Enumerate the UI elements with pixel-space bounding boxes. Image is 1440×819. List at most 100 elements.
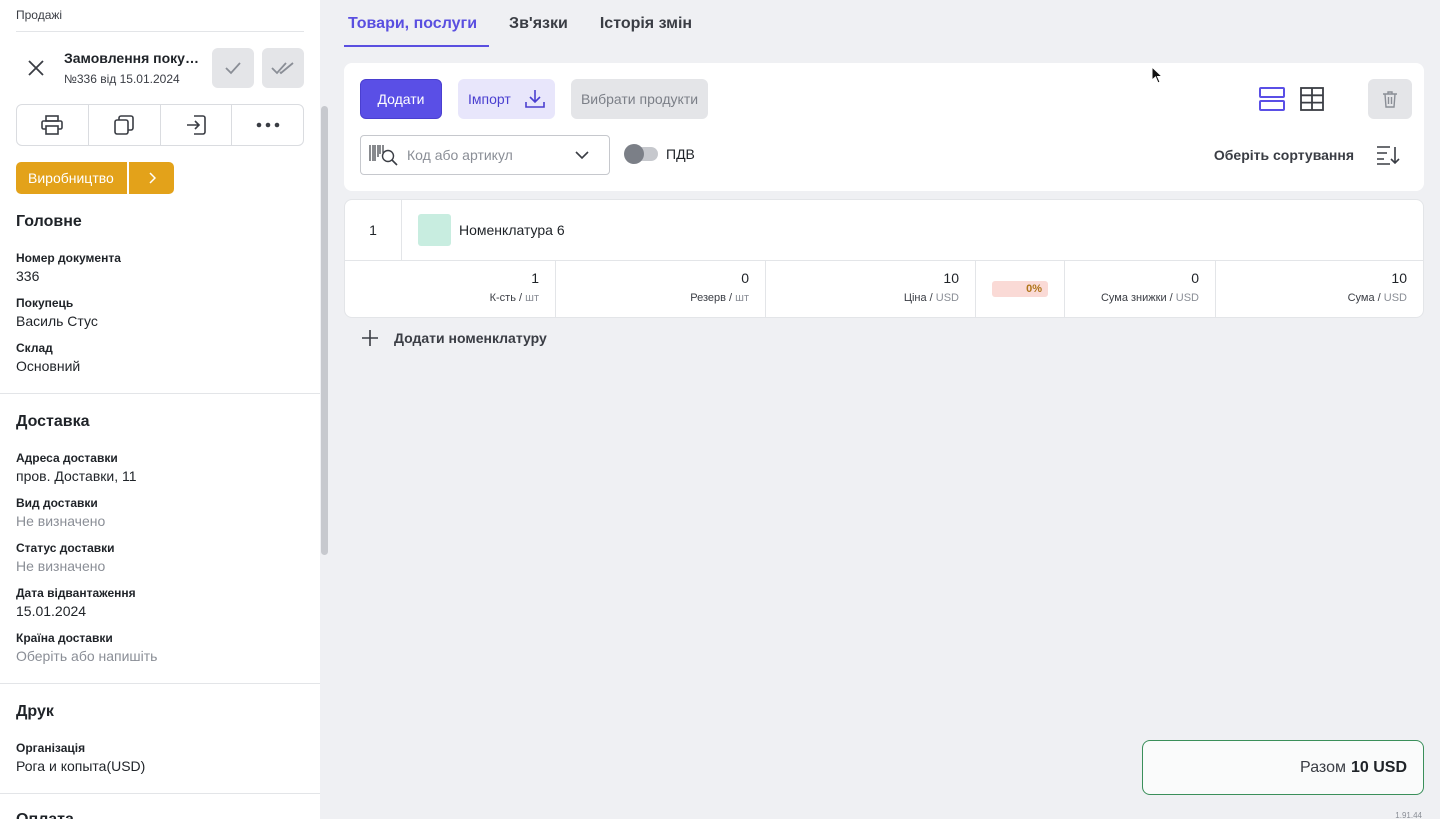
discount-percent-badge: 0% — [992, 281, 1048, 297]
reserve-label-text: Резерв — [690, 292, 726, 304]
field-label-address: Адреса доставки — [16, 451, 118, 465]
sum-value: 10 — [1391, 270, 1407, 286]
plus-icon — [362, 330, 378, 346]
section-title-delivery: Доставка — [16, 413, 90, 430]
sort-select[interactable]: Оберіть сортування — [1214, 147, 1354, 163]
mouse-cursor-icon — [1151, 66, 1163, 84]
order-title: Замовлення покуп... — [64, 50, 204, 66]
sum-label: Сума / USD — [1347, 292, 1407, 304]
more-icon — [256, 122, 279, 128]
item-card: 1 Номенклатура 6 1 К-сть / шт 0 Резерв /… — [344, 199, 1424, 318]
grid-view-icon[interactable] — [1298, 85, 1326, 113]
section-divider — [0, 793, 320, 794]
add-nomenclature-label: Додати номенклатуру — [394, 330, 547, 346]
production-button[interactable]: Виробництво — [16, 162, 127, 194]
section-divider — [0, 393, 320, 394]
more-button[interactable] — [232, 105, 303, 145]
field-value-ship-date[interactable]: 15.01.2024 — [16, 603, 86, 619]
production-button-group: Виробництво — [16, 162, 174, 194]
production-arrow-button[interactable] — [129, 162, 174, 194]
field-label-delivery-status: Статус доставки — [16, 541, 115, 555]
print-button[interactable] — [17, 105, 89, 145]
delete-button[interactable] — [1368, 79, 1412, 119]
quantity-unit: шт — [525, 292, 539, 304]
sort-icon[interactable] — [1376, 145, 1400, 165]
discount-sum-value: 0 — [1191, 270, 1199, 286]
document-toolbar — [16, 104, 304, 146]
approve-button[interactable] — [212, 48, 254, 88]
sidebar-scrollbar-thumb[interactable] — [321, 106, 328, 555]
app-version: 1.91.44 — [1395, 811, 1422, 819]
discount-sum-label: Сума знижки / USD — [1100, 292, 1199, 304]
enter-icon — [186, 115, 206, 135]
vat-toggle[interactable] — [624, 144, 658, 164]
list-view-icon[interactable] — [1258, 85, 1286, 113]
close-button[interactable] — [24, 56, 48, 80]
field-value-country[interactable]: Оберіть або напишіть — [16, 648, 157, 664]
section-title-payment: Оплата — [16, 811, 74, 819]
discount-sum-cell[interactable]: 0 Сума знижки / USD — [1065, 261, 1216, 317]
search-field[interactable] — [360, 135, 610, 175]
products-toolbar-panel: Додати Імпорт Вибрати продукти ПДВ Обері… — [344, 63, 1424, 191]
barcode-search-icon — [369, 145, 398, 166]
sum-cell[interactable]: 10 Сума / USD — [1216, 261, 1423, 317]
discount-sum-label-text: Сума знижки — [1100, 292, 1167, 304]
pick-products-button[interactable]: Вибрати продукти — [571, 79, 708, 119]
add-button[interactable]: Додати — [360, 79, 442, 119]
breadcrumb-divider — [16, 31, 304, 32]
price-cell[interactable]: 10 Ціна / USD — [766, 261, 976, 317]
move-button[interactable] — [161, 105, 233, 145]
field-value-warehouse[interactable]: Основний — [16, 358, 80, 374]
quantity-cell[interactable]: 1 К-сть / шт — [345, 261, 556, 317]
item-values-row: 1 К-сть / шт 0 Резерв / шт 10 Ціна / USD… — [345, 261, 1423, 317]
price-label: Ціна / USD — [903, 292, 959, 304]
discount-sum-unit: USD — [1175, 292, 1199, 304]
trash-icon — [1383, 91, 1397, 108]
order-subtitle: №336 від 15.01.2024 — [64, 72, 180, 86]
tab-bar: Товари, послуги Зв'язки Історія змін — [336, 0, 712, 47]
field-value-delivery-status[interactable]: Не визначено — [16, 558, 105, 574]
breadcrumb[interactable]: Продажі — [16, 8, 62, 22]
download-icon — [524, 90, 545, 108]
field-label-buyer: Покупець — [16, 296, 74, 310]
total-label: Разом — [1300, 758, 1346, 776]
price-label-text: Ціна — [903, 292, 927, 304]
section-divider — [0, 683, 320, 684]
item-thumbnail — [418, 214, 451, 246]
total-value: 10 USD — [1350, 758, 1407, 776]
field-label-organization: Організація — [16, 741, 86, 755]
double-check-icon — [271, 62, 294, 75]
import-label: Імпорт — [468, 91, 511, 107]
search-input[interactable] — [407, 147, 567, 163]
section-title-print: Друк — [16, 703, 54, 720]
field-label-delivery-type: Вид доставки — [16, 496, 98, 510]
vat-toggle-knob — [624, 144, 644, 164]
add-nomenclature-button[interactable]: Додати номенклатуру — [360, 327, 547, 349]
field-value-buyer[interactable]: Василь Стус — [16, 313, 98, 329]
close-icon — [28, 60, 44, 76]
sum-unit: USD — [1383, 292, 1407, 304]
field-value-delivery-type[interactable]: Не визначено — [16, 513, 105, 529]
reserve-value: 0 — [741, 270, 749, 286]
chevron-down-icon[interactable] — [575, 148, 589, 162]
copy-icon — [114, 115, 134, 135]
import-button[interactable]: Імпорт — [458, 79, 555, 119]
field-label-warehouse: Склад — [16, 341, 53, 355]
field-value-organization[interactable]: Рога и копыта(USD) — [16, 758, 145, 774]
field-value-doc-number[interactable]: 336 — [16, 268, 39, 284]
price-value: 10 — [943, 270, 959, 286]
approve-all-button[interactable] — [262, 48, 304, 88]
tab-links[interactable]: Зв'язки — [497, 0, 580, 47]
price-unit: USD — [935, 292, 959, 304]
discount-percent-cell[interactable]: 0% — [976, 261, 1065, 317]
field-value-address[interactable]: пров. Доставки, 11 — [16, 468, 137, 484]
quantity-label-text: К-сть — [489, 292, 516, 304]
reserve-label: Резерв / шт — [690, 292, 749, 304]
copy-button[interactable] — [89, 105, 161, 145]
tab-products[interactable]: Товари, послуги — [336, 0, 490, 47]
reserve-unit: шт — [735, 292, 749, 304]
check-icon — [225, 62, 241, 75]
tab-history[interactable]: Історія змін — [588, 0, 704, 47]
reserve-cell[interactable]: 0 Резерв / шт — [556, 261, 766, 317]
item-name[interactable]: Номенклатура 6 — [459, 222, 565, 238]
